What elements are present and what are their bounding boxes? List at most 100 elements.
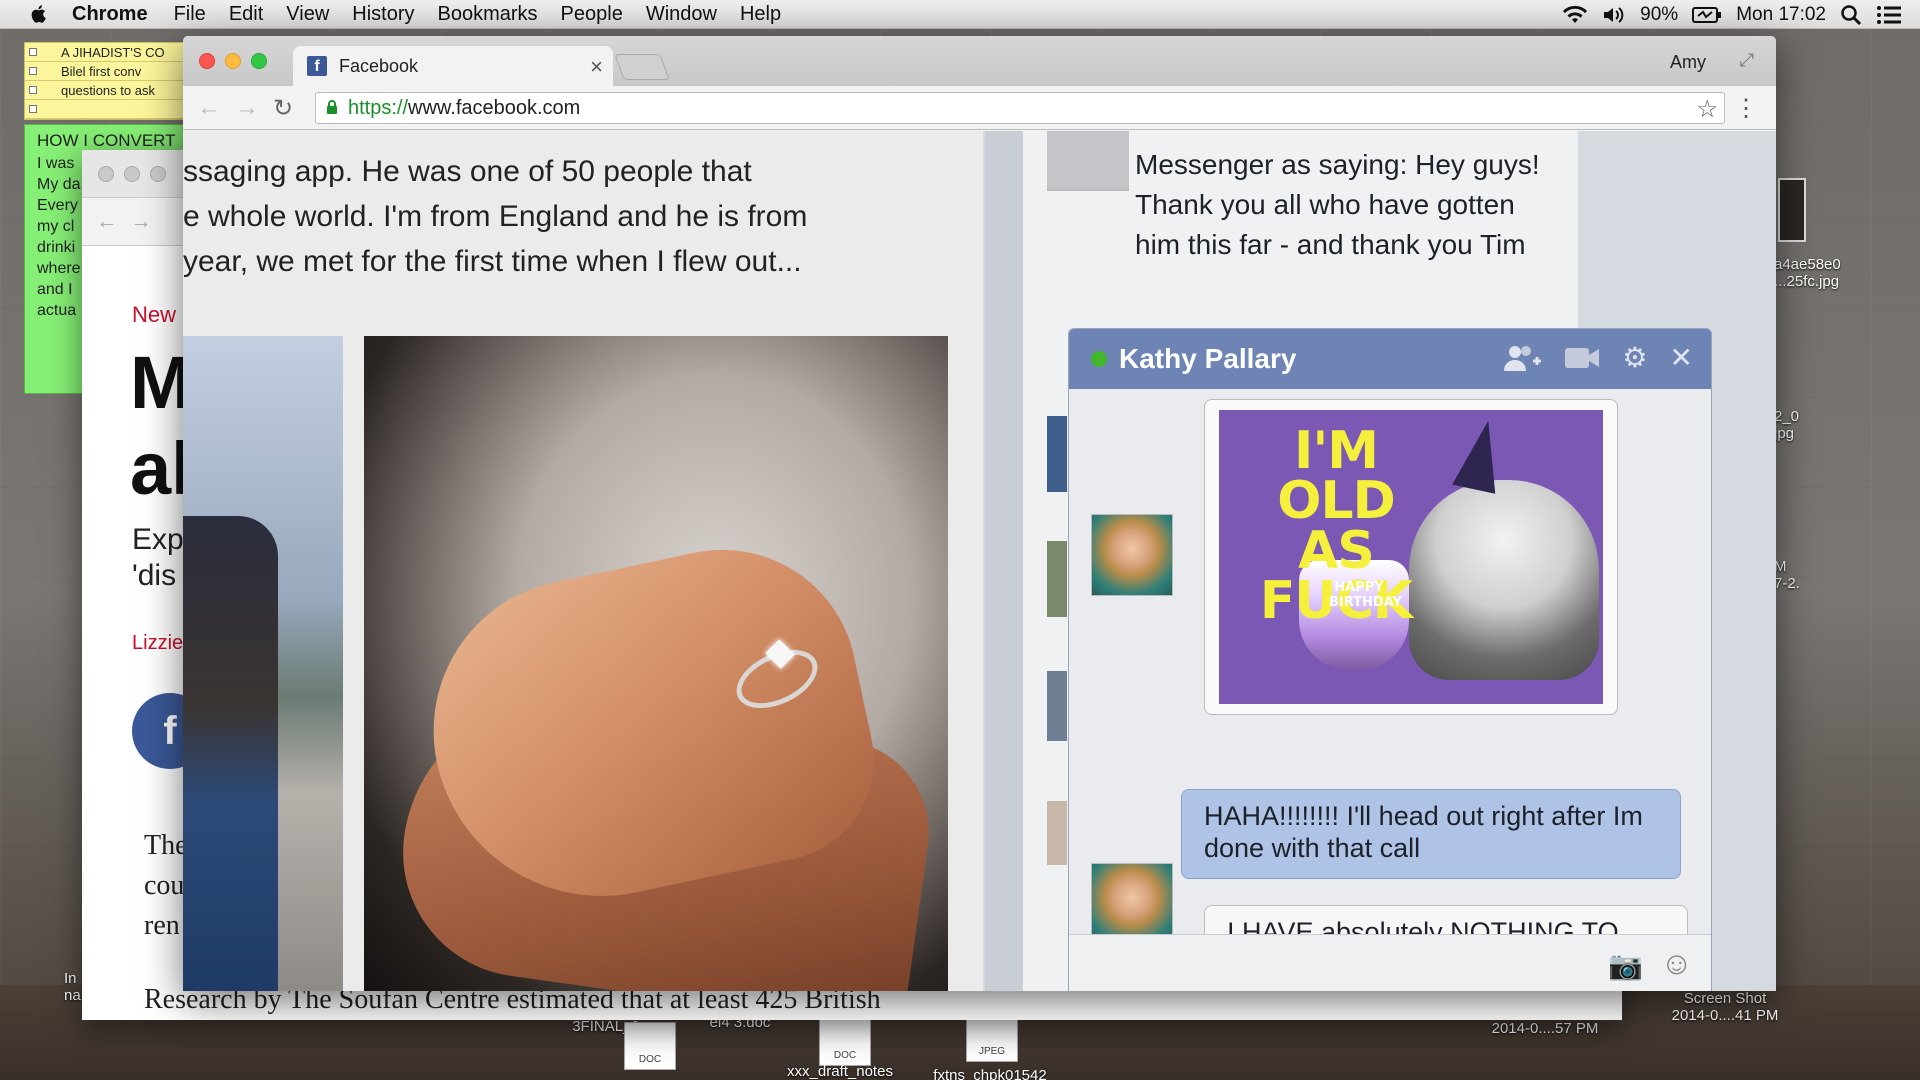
feed-avatar-placeholder[interactable]	[1047, 131, 1129, 191]
minimize-window-button[interactable]	[225, 53, 241, 69]
chat-window[interactable]: Kathy Pallary ⚙ ✕ I'M OLD AS FUCK HAPPY …	[1068, 328, 1712, 991]
checkbox[interactable]	[29, 86, 37, 94]
tab-close-icon[interactable]: ×	[590, 54, 603, 80]
menu-bookmarks[interactable]: Bookmarks	[438, 3, 538, 26]
sticky-row-label: questions to ask	[61, 82, 155, 98]
facebook-favicon-icon: f	[307, 56, 327, 76]
new-tab-button[interactable]	[614, 54, 670, 80]
chat-contact-name[interactable]: Kathy Pallary	[1119, 343, 1296, 375]
chat-header-tools: ⚙ ✕	[1502, 343, 1693, 373]
address-bar[interactable]: https://www.facebook.com ☆	[315, 92, 1725, 124]
chat-header[interactable]: Kathy Pallary ⚙ ✕	[1069, 329, 1711, 389]
page-viewport[interactable]: ssaging app. He was one of 50 people tha…	[183, 131, 1776, 991]
desktop-file-label[interactable]: fxtns_chpk01542	[920, 1067, 1060, 1080]
doc-file-icon[interactable]: DOC	[819, 1018, 871, 1066]
desktop-file-label[interactable]: 2014-0....57 PM	[1470, 1020, 1620, 1037]
checkbox[interactable]	[29, 105, 37, 113]
chat-input-area[interactable]: 📷 ☺	[1069, 934, 1711, 991]
emoji-icon[interactable]: ☺	[1660, 945, 1693, 982]
add-friend-icon[interactable]	[1502, 343, 1542, 373]
menu-view[interactable]: View	[286, 3, 329, 26]
article-author[interactable]: Lizzie	[132, 632, 183, 655]
desktop-file-label[interactable]: In na	[64, 970, 81, 1004]
checkbox[interactable]	[29, 48, 37, 56]
story-text: ssaging app. He was one of 50 people tha…	[183, 149, 983, 284]
menu-window[interactable]: Window	[646, 3, 717, 26]
sticky-row[interactable]: questions to ask	[25, 81, 193, 100]
sticky-note-list[interactable]: A JIHADIST'S CO Bilel first conv questio…	[24, 42, 194, 120]
sticky-row[interactable]: Bilel first conv	[25, 62, 193, 81]
avatar[interactable]	[1091, 863, 1173, 945]
notification-center-icon[interactable]	[1876, 4, 1902, 26]
menu-app-name[interactable]: Chrome	[72, 3, 148, 26]
desktop-file-label[interactable]: xxx_draft_notes	[770, 1063, 910, 1080]
doc-file-icon[interactable]: DOC	[624, 1022, 676, 1070]
profile-name-button[interactable]: Amy	[1670, 52, 1706, 73]
feed-thumbnail[interactable]	[1047, 801, 1067, 865]
desktop-file-label[interactable]: 2_0 jpg	[1774, 408, 1799, 442]
menu-people[interactable]: People	[561, 3, 623, 26]
chat-messages[interactable]: I'M OLD AS FUCK HAPPY BIRTHDAY HAHA!!!!!…	[1069, 389, 1711, 991]
forward-arrow-icon[interactable]: →	[235, 94, 259, 122]
zoom-window-button[interactable]	[251, 53, 267, 69]
feed-thumbnail[interactable]	[1047, 541, 1067, 617]
close-chat-icon[interactable]: ✕	[1670, 343, 1693, 373]
menu-history[interactable]: History	[352, 3, 414, 26]
tab-strip: f Facebook × Amy ⤢	[183, 36, 1776, 86]
menu-status-area: 90% Mon 17:02	[1562, 0, 1902, 29]
feed-thumbnail[interactable]	[1047, 671, 1067, 741]
url-scheme: https://	[348, 96, 409, 119]
article-section-label[interactable]: New	[132, 302, 176, 328]
lock-icon[interactable]	[326, 100, 338, 114]
tab-title: Facebook	[339, 55, 419, 76]
close-window-button[interactable]	[199, 53, 215, 69]
sticky-row[interactable]	[25, 100, 193, 119]
bookmark-star-icon[interactable]: ☆	[1696, 95, 1718, 124]
camera-icon[interactable]: 📷	[1608, 949, 1643, 982]
chrome-window[interactable]: f Facebook × Amy ⤢ ← → ↻ https://www.fac…	[183, 36, 1776, 991]
menu-file[interactable]: File	[174, 3, 206, 26]
checkbox[interactable]	[29, 67, 37, 75]
browser-toolbar: ← → ↻ https://www.facebook.com ☆ ⋮	[183, 86, 1776, 130]
menu-clock[interactable]: Mon 17:02	[1736, 4, 1826, 26]
desktop-file-label[interactable]: M 7-2.	[1774, 558, 1800, 592]
chrome-menu-icon[interactable]: ⋮	[1734, 94, 1758, 123]
sticky-title: HOW I CONVERT	[37, 131, 176, 150]
spotlight-search-icon[interactable]	[1840, 4, 1862, 26]
outgoing-message-bubble[interactable]: HAHA!!!!!!!! I'll head out right after I…	[1181, 789, 1681, 879]
desktop-screenshot-label[interactable]: Screen Shot 2014-0....41 PM	[1660, 990, 1790, 1024]
sticky-row[interactable]: A JIHADIST'S CO	[25, 43, 193, 62]
feed-line: him this far - and thank you Tim	[1135, 229, 1526, 260]
video-call-icon[interactable]	[1564, 345, 1600, 371]
birthday-meme-image[interactable]: I'M OLD AS FUCK HAPPY BIRTHDAY	[1219, 410, 1603, 704]
fullscreen-icon[interactable]: ⤢	[1740, 50, 1754, 71]
back-arrow-icon[interactable]: ←	[197, 94, 221, 122]
feed-line: Thank you all who have gotten	[1135, 189, 1515, 220]
desktop-file-label[interactable]: a4ae58e0 ...25fc.jpg	[1774, 256, 1841, 290]
back-arrow-icon[interactable]: ←	[96, 208, 118, 234]
menu-bar: Chrome File Edit View History Bookmarks …	[0, 0, 1920, 29]
jpeg-file-icon[interactable]: JPEG	[966, 1014, 1018, 1062]
image-message-bubble[interactable]: I'M OLD AS FUCK HAPPY BIRTHDAY	[1204, 399, 1618, 715]
forward-arrow-icon[interactable]: →	[130, 208, 152, 234]
minimize-dot-inactive[interactable]	[124, 166, 140, 182]
apple-icon[interactable]	[26, 3, 52, 25]
desktop-file-thumbnail[interactable]	[1778, 178, 1806, 242]
engagement-ring-photo[interactable]	[364, 336, 948, 991]
settings-gear-icon[interactable]: ⚙	[1622, 343, 1647, 373]
close-dot-inactive[interactable]	[98, 166, 114, 182]
battery-icon[interactable]	[1692, 6, 1722, 24]
volume-icon[interactable]	[1602, 5, 1626, 25]
tab-facebook[interactable]: f Facebook ×	[293, 46, 613, 86]
menu-help[interactable]: Help	[740, 3, 781, 26]
battery-percent: 90%	[1640, 3, 1679, 25]
feed-thumbnail[interactable]	[1047, 416, 1067, 492]
zoom-dot-inactive[interactable]	[150, 166, 166, 182]
reload-icon[interactable]: ↻	[273, 94, 293, 123]
story-photo-side	[183, 336, 343, 991]
wifi-icon[interactable]	[1562, 5, 1588, 25]
story-panel: ssaging app. He was one of 50 people tha…	[183, 131, 983, 991]
avatar[interactable]	[1091, 514, 1173, 596]
story-line: e whole world. I'm from England and he i…	[183, 200, 808, 233]
menu-edit[interactable]: Edit	[229, 3, 263, 26]
